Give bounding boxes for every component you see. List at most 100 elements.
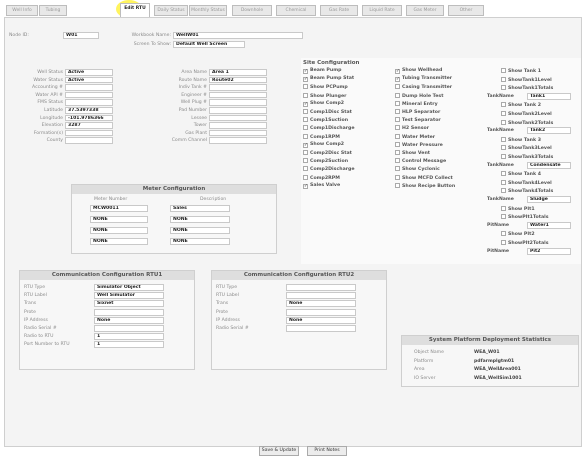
field-value[interactable] <box>209 91 267 99</box>
meter-description-field[interactable]: Sales <box>170 205 230 212</box>
field-value[interactable] <box>209 137 267 144</box>
meter-number-field[interactable]: NONE <box>90 238 148 245</box>
field-value[interactable] <box>209 129 267 137</box>
checkbox[interactable] <box>303 117 308 123</box>
site-checkbox[interactable]: ✓ Show Comp2 <box>303 142 344 148</box>
field-value[interactable] <box>65 84 113 91</box>
site-checkbox[interactable]: ✓ Beam Pump <box>303 68 341 74</box>
checkbox[interactable] <box>501 214 506 220</box>
checkbox[interactable] <box>501 111 506 116</box>
comm-field-value[interactable] <box>94 308 164 316</box>
field-value[interactable] <box>65 129 113 137</box>
checkbox[interactable] <box>303 133 308 139</box>
checkbox[interactable]: ✓ <box>303 183 308 189</box>
checkbox[interactable] <box>303 166 308 172</box>
field-value[interactable] <box>65 99 113 106</box>
checkbox[interactable] <box>395 117 400 123</box>
tank-checkbox[interactable]: ShowTank3Totals <box>501 154 553 160</box>
site-checkbox[interactable]: H2 Sensor <box>395 125 429 131</box>
field-value[interactable] <box>65 91 113 99</box>
tab-daily-status[interactable]: Daily Status <box>154 5 188 16</box>
tank-checkbox[interactable]: Show Tank 4 <box>501 171 541 177</box>
tab-edit-rtu[interactable]: Edit RTU <box>120 3 150 17</box>
field-value[interactable] <box>209 107 267 114</box>
checkbox[interactable] <box>395 166 400 172</box>
site-checkbox[interactable]: Show PCPump <box>303 84 348 90</box>
field-value[interactable] <box>209 84 267 91</box>
tank-name-field[interactable]: Tank2 <box>527 127 571 135</box>
tab-gas-rate[interactable]: Gas Rate <box>320 5 358 16</box>
checkbox[interactable] <box>501 205 506 211</box>
checkbox[interactable] <box>501 85 506 91</box>
site-checkbox[interactable]: ✓ Show Wellhead <box>395 68 442 74</box>
tank-checkbox[interactable]: ShowTank4Level <box>501 179 552 186</box>
field-value[interactable] <box>209 114 267 122</box>
site-checkbox[interactable]: Comp1Discharge <box>303 125 355 131</box>
checkbox[interactable]: ✓ <box>303 77 308 83</box>
tank-checkbox[interactable]: Show Tank 3 <box>501 136 541 143</box>
tank-checkbox[interactable]: Show Tank 1 <box>501 68 541 74</box>
node-id-field[interactable]: W01 <box>63 32 99 39</box>
site-checkbox[interactable]: Comp2RPM <box>303 174 340 181</box>
comm-field-value[interactable]: Well Simulator <box>94 292 164 300</box>
checkbox[interactable]: ✓ <box>303 142 308 148</box>
checkbox[interactable] <box>395 92 400 98</box>
comm-field-value[interactable] <box>94 325 164 332</box>
checkbox[interactable] <box>501 76 506 82</box>
checkbox[interactable] <box>303 109 308 114</box>
checkbox[interactable] <box>395 158 400 164</box>
tank-checkbox[interactable]: ShowPIt2Totals <box>501 240 549 246</box>
checkbox[interactable] <box>303 125 308 131</box>
comm-field-value[interactable] <box>286 292 356 300</box>
site-checkbox[interactable]: ✓ Beam Pump Stat <box>303 76 354 83</box>
meter-description-field[interactable]: NONE <box>170 216 230 223</box>
tank-name-field[interactable]: Pit2 <box>527 247 571 255</box>
field-value[interactable]: 37.5397338 <box>65 107 113 114</box>
checkbox[interactable] <box>501 171 506 177</box>
site-checkbox[interactable]: ✓ Sales Valve <box>303 183 340 189</box>
tank-checkbox[interactable]: ShowTank1Totals <box>501 85 553 91</box>
comm-field-value[interactable]: 1 <box>94 333 164 341</box>
tank-checkbox[interactable]: Show Tank 2 <box>501 102 541 108</box>
field-value[interactable]: Active <box>65 69 113 76</box>
save-update-button[interactable]: Save & Update <box>259 446 299 456</box>
site-checkbox[interactable]: Comp2Discharge <box>303 166 355 172</box>
comm-field-value[interactable]: Simulator Object <box>94 284 164 291</box>
tank-name-field[interactable]: Sludge <box>527 196 571 203</box>
site-checkbox[interactable]: ✓ Show Comp2 <box>303 101 344 107</box>
print-notes-button[interactable]: Print Notes <box>307 446 347 456</box>
site-checkbox[interactable]: Comp1Disc Stat <box>303 109 352 115</box>
checkbox[interactable] <box>501 136 506 142</box>
comm-field-value[interactable]: Sixnet <box>94 300 164 308</box>
meter-number-field[interactable]: NONE <box>90 216 148 223</box>
tank-checkbox[interactable]: ShowTank2Level <box>501 111 552 117</box>
tank-name-field[interactable]: Condensate <box>527 161 571 169</box>
checkbox[interactable] <box>395 125 400 131</box>
comm-field-value[interactable]: 1 <box>94 341 164 349</box>
site-checkbox[interactable]: Show Cyclonic <box>395 166 440 172</box>
site-checkbox[interactable]: Show Vent <box>395 150 430 156</box>
meter-number-field[interactable]: NONE <box>90 227 148 234</box>
site-checkbox[interactable]: Comp2Suction <box>303 158 348 164</box>
tab-chemical[interactable]: Chemical <box>276 5 316 16</box>
field-value[interactable] <box>209 122 267 129</box>
meter-description-field[interactable]: NONE <box>170 227 230 234</box>
site-checkbox[interactable]: Control Message <box>395 158 446 164</box>
checkbox[interactable] <box>501 179 506 185</box>
checkbox[interactable] <box>501 102 506 108</box>
site-checkbox[interactable]: Show MCFD Collect <box>395 174 453 181</box>
tank-checkbox[interactable]: ShowTank2Totals <box>501 119 553 126</box>
checkbox[interactable] <box>303 84 308 90</box>
checkbox[interactable] <box>395 109 400 114</box>
comm-field-value[interactable] <box>286 308 356 316</box>
tab-downhole[interactable]: Downhole <box>232 5 272 16</box>
checkbox[interactable]: ✓ <box>303 101 308 107</box>
checkbox[interactable]: ✓ <box>395 69 400 74</box>
checkbox[interactable] <box>395 84 400 90</box>
tank-checkbox[interactable]: ShowPIt1Totals <box>501 214 549 220</box>
checkbox[interactable] <box>501 188 506 194</box>
workbook-name-field[interactable]: WellW01 <box>173 32 303 39</box>
site-checkbox[interactable]: ✓ Tubing Transmitter <box>395 76 452 83</box>
field-value[interactable] <box>65 137 113 144</box>
site-checkbox[interactable]: Water Pressure <box>395 141 443 148</box>
